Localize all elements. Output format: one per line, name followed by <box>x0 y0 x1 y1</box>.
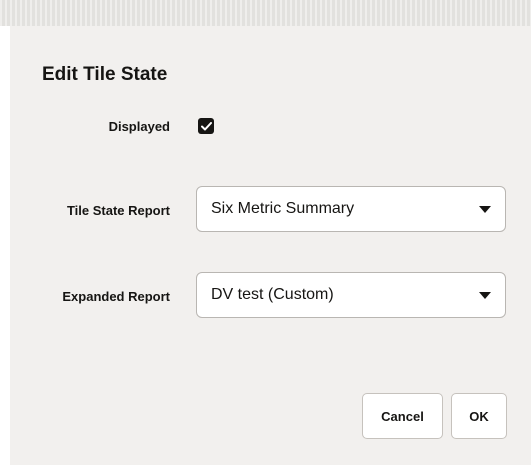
chevron-down-icon <box>479 206 491 213</box>
tile-state-report-value: Six Metric Summary <box>211 200 355 217</box>
displayed-checkbox[interactable] <box>198 118 214 134</box>
expanded-report-value: DV test (Custom) <box>211 286 334 303</box>
page: Edit Tile State Displayed Tile State Rep… <box>0 0 531 465</box>
ok-button[interactable]: OK <box>451 393 507 439</box>
cancel-button[interactable]: Cancel <box>362 393 443 439</box>
tile-state-report-select[interactable]: Six Metric Summary <box>196 186 506 232</box>
tile-state-report-label: Tile State Report <box>66 203 170 218</box>
displayed-label: Displayed <box>108 119 170 134</box>
expanded-report-label: Expanded Report <box>62 289 170 304</box>
check-icon <box>200 121 212 130</box>
expanded-report-select[interactable]: DV test (Custom) <box>196 272 506 318</box>
background-strip <box>0 0 531 26</box>
edit-tile-state-dialog: Edit Tile State Displayed Tile State Rep… <box>10 26 531 465</box>
chevron-down-icon <box>479 292 491 299</box>
dialog-title: Edit Tile State <box>42 64 168 85</box>
